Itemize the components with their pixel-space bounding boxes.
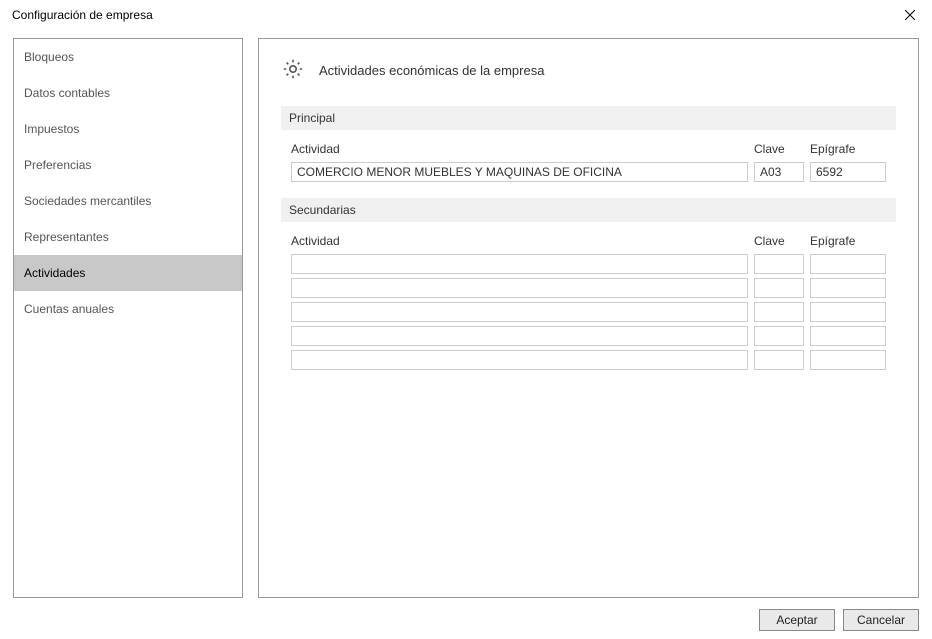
sidebar-item-label: Datos contables: [24, 86, 110, 100]
sidebar-item-actividades[interactable]: Actividades: [14, 255, 242, 291]
secundaria-epigrafe-field[interactable]: [810, 350, 886, 370]
secundaria-row: [281, 254, 896, 274]
gear-icon: [281, 57, 305, 84]
accept-button[interactable]: Aceptar: [759, 609, 835, 631]
sidebar-item-label: Representantes: [24, 230, 109, 244]
principal-epigrafe-field[interactable]: 6592: [810, 162, 886, 182]
secundaria-clave-field[interactable]: [754, 326, 804, 346]
sidebar-item-cuentas-anuales[interactable]: Cuentas anuales: [14, 291, 242, 327]
principal-clave-field[interactable]: A03: [754, 162, 804, 182]
secundaria-epigrafe-field[interactable]: [810, 278, 886, 298]
col-header-epigrafe: Epígrafe: [810, 232, 886, 250]
sidebar: Bloqueos Datos contables Impuestos Prefe…: [13, 38, 243, 598]
sidebar-item-preferencias[interactable]: Preferencias: [14, 147, 242, 183]
sidebar-item-bloqueos[interactable]: Bloqueos: [14, 39, 242, 75]
sidebar-item-representantes[interactable]: Representantes: [14, 219, 242, 255]
sidebar-item-label: Bloqueos: [24, 50, 74, 64]
secundaria-row: [281, 350, 896, 370]
panel-title: Actividades económicas de la empresa: [319, 63, 544, 78]
main-panel: Actividades económicas de la empresa Pri…: [258, 38, 919, 598]
principal-actividad-field[interactable]: COMERCIO MENOR MUEBLES Y MAQUINAS DE OFI…: [291, 162, 748, 182]
col-header-actividad: Actividad: [291, 140, 748, 158]
section-secundarias-header: Secundarias: [281, 198, 896, 222]
principal-row: COMERCIO MENOR MUEBLES Y MAQUINAS DE OFI…: [281, 162, 896, 182]
sidebar-item-label: Impuestos: [24, 122, 79, 136]
sidebar-item-label: Actividades: [24, 266, 85, 280]
sidebar-item-sociedades-mercantiles[interactable]: Sociedades mercantiles: [14, 183, 242, 219]
col-header-clave: Clave: [754, 140, 804, 158]
window-title: Configuración de empresa: [10, 8, 153, 22]
sidebar-item-label: Sociedades mercantiles: [24, 194, 151, 208]
cancel-button[interactable]: Cancelar: [843, 609, 919, 631]
secundaria-clave-field[interactable]: [754, 302, 804, 322]
col-header-clave: Clave: [754, 232, 804, 250]
secundaria-actividad-field[interactable]: [291, 254, 748, 274]
secundaria-row: [281, 326, 896, 346]
sidebar-item-datos-contables[interactable]: Datos contables: [14, 75, 242, 111]
col-header-actividad: Actividad: [291, 232, 748, 250]
sidebar-item-label: Preferencias: [24, 158, 91, 172]
secundaria-clave-field[interactable]: [754, 254, 804, 274]
secundaria-clave-field[interactable]: [754, 278, 804, 298]
secundaria-actividad-field[interactable]: [291, 350, 748, 370]
secundaria-actividad-field[interactable]: [291, 278, 748, 298]
secundaria-row: [281, 302, 896, 322]
secundaria-clave-field[interactable]: [754, 350, 804, 370]
secundaria-epigrafe-field[interactable]: [810, 254, 886, 274]
secundaria-epigrafe-field[interactable]: [810, 302, 886, 322]
secundaria-actividad-field[interactable]: [291, 302, 748, 322]
section-principal-header: Principal: [281, 106, 896, 130]
sidebar-item-label: Cuentas anuales: [24, 302, 114, 316]
sidebar-item-impuestos[interactable]: Impuestos: [14, 111, 242, 147]
secundaria-actividad-field[interactable]: [291, 326, 748, 346]
col-header-epigrafe: Epígrafe: [810, 140, 886, 158]
close-icon[interactable]: [898, 3, 922, 27]
secundaria-row: [281, 278, 896, 298]
secundaria-epigrafe-field[interactable]: [810, 326, 886, 346]
